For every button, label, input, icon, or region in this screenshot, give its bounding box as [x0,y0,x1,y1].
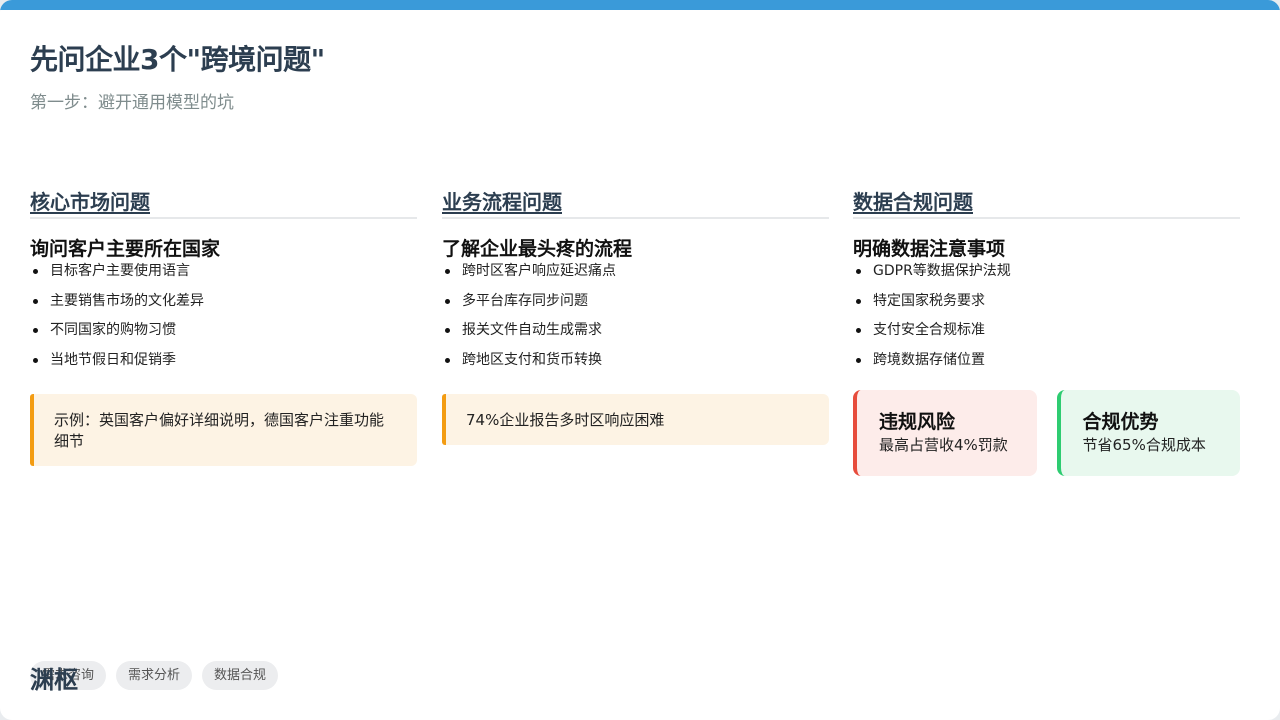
bullet-item: GDPR等数据保护法规 [853,261,1240,291]
stat-note: 74%企业报告多时区响应困难 [442,394,829,445]
bullet-item: 主要销售市场的文化差异 [30,291,417,321]
column-heading: 核心市场问题 [30,186,417,219]
card-title: 违规风险 [879,411,956,433]
top-accent-bar [0,0,1280,10]
bullet-item: 当地节假日和促销季 [30,350,417,380]
bullet-item: 多平台库存同步问题 [442,291,829,321]
bullet-item: 不同国家的购物习惯 [30,320,417,350]
bullet-list: 目标客户主要使用语言 主要销售市场的文化差异 不同国家的购物习惯 当地节假日和促… [30,261,417,379]
bullet-item: 报关文件自动生成需求 [442,320,829,350]
bullet-item: 跨时区客户响应延迟痛点 [442,261,829,291]
column-subheading: 询问客户主要所在国家 [30,238,221,260]
column-market: 核心市场问题 询问客户主要所在国家 目标客户主要使用语言 主要销售市场的文化差异… [30,186,417,466]
card-title: 合规优势 [1082,411,1159,433]
example-note: 示例：英国客户偏好详细说明，德国客户注重功能细节 [30,394,417,466]
advantage-card: 合规优势 节省65%合规成本 [1056,390,1240,476]
bullet-list: GDPR等数据保护法规 特定国家税务要求 支付安全合规标准 跨境数据存储位置 [853,261,1240,379]
card-text: 节省65%合规成本 [1082,436,1206,454]
bullet-item: 特定国家税务要求 [853,291,1240,321]
column-compliance: 数据合规问题 明确数据注意事项 GDPR等数据保护法规 特定国家税务要求 支付安… [853,186,1240,476]
brand-logo: 渊枢 [30,665,78,694]
page-title: 先问企业3个"跨境问题" [30,43,325,76]
slide: 先问企业3个"跨境问题" 第一步：避开通用模型的坑 核心市场问题 询问客户主要所… [0,0,1280,720]
compliance-cards: 违规风险 最高占营收4%罚款 合规优势 节省65%合规成本 [853,390,1240,476]
column-heading: 数据合规问题 [853,186,1240,219]
tag[interactable]: 数据合规 [202,661,279,690]
column-process: 业务流程问题 了解企业最头疼的流程 跨时区客户响应延迟痛点 多平台库存同步问题 … [442,186,829,445]
column-subheading: 明确数据注意事项 [853,238,1006,260]
column-heading: 业务流程问题 [442,186,829,219]
bullet-item: 跨境数据存储位置 [853,350,1240,380]
bullet-item: 跨地区支付和货币转换 [442,350,829,380]
page-subtitle: 第一步：避开通用模型的坑 [30,93,234,113]
column-subheading: 了解企业最头疼的流程 [442,238,633,260]
bullet-item: 支付安全合规标准 [853,320,1240,350]
card-text: 最高占营收4%罚款 [879,436,1008,454]
tag[interactable]: 需求分析 [116,661,193,690]
risk-card: 违规风险 最高占营收4%罚款 [853,390,1037,476]
bullet-item: 目标客户主要使用语言 [30,261,417,291]
bullet-list: 跨时区客户响应延迟痛点 多平台库存同步问题 报关文件自动生成需求 跨地区支付和货… [442,261,829,379]
